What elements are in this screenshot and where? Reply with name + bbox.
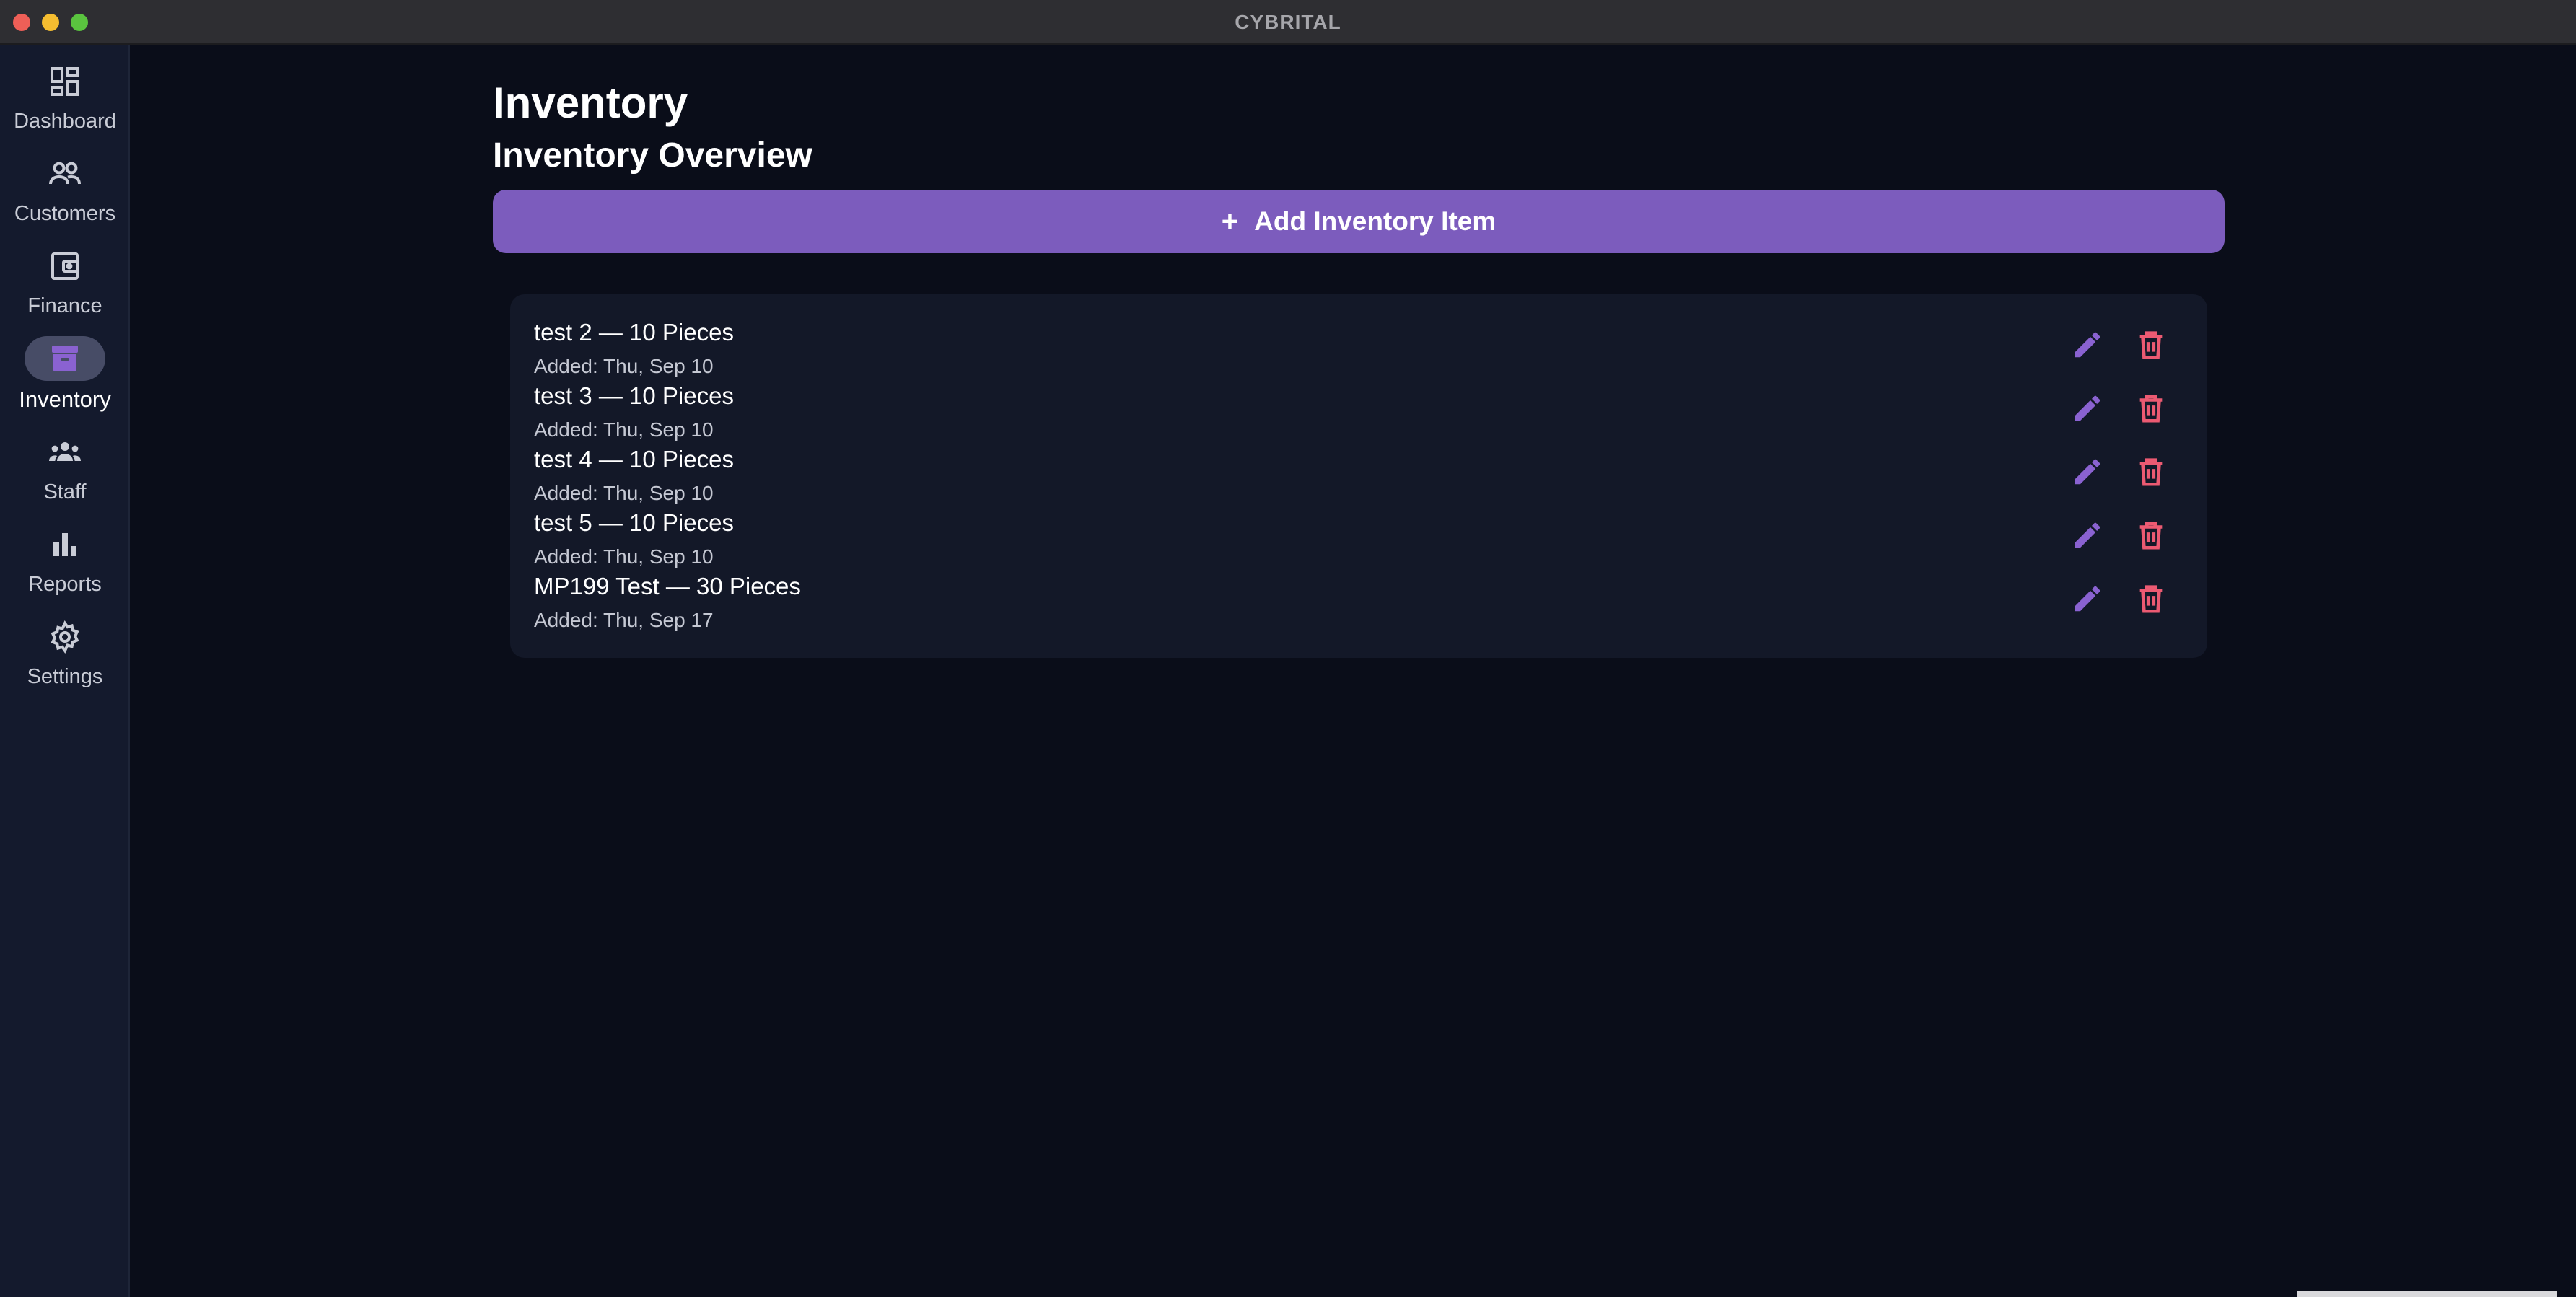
sidebar: Dashboard Customers Finance Inventory St… [0,45,130,1297]
item-title: MP199 Test — 30 Pieces [534,573,801,599]
edit-item-button[interactable] [2069,580,2106,617]
item-date: Added: Thu, Sep 17 [534,609,714,631]
item-date: Added: Thu, Sep 10 [534,355,714,377]
delete-item-button[interactable] [2132,516,2170,554]
trash-icon [2139,585,2163,613]
sidebar-item-label: Dashboard [14,110,116,133]
item-date: Added: Thu, Sep 10 [534,545,714,568]
plus-icon: + [1221,205,1239,237]
list-item: test 2 — 10 Pieces Added: Thu, Sep 10 [510,319,2207,382]
sidebar-item-finance[interactable]: Finance [0,244,130,330]
gear-icon [25,615,105,659]
sidebar-item-customers[interactable]: Customers [0,151,130,238]
add-inventory-item-label: Add Inventory Item [1254,206,1497,236]
item-title: test 4 — 10 Pieces [534,446,734,472]
wallet-icon [25,244,105,289]
staff-group-icon [25,430,105,475]
sidebar-item-label: Inventory [19,387,111,412]
archive-box-icon [25,336,105,381]
add-inventory-item-button[interactable]: + Add Inventory Item [493,190,2225,253]
sidebar-item-settings[interactable]: Settings [0,615,130,701]
pencil-icon [2075,586,2100,612]
delete-item-button[interactable] [2132,453,2170,491]
trash-icon [2139,522,2163,550]
window-titlebar: CYBRITAL [0,0,2576,45]
pencil-icon [2075,395,2100,421]
trash-icon [2139,331,2163,359]
sidebar-item-reports[interactable]: Reports [0,522,130,609]
trash-icon [2139,395,2163,423]
delete-item-button[interactable] [2132,326,2170,364]
list-item: test 5 — 10 Pieces Added: Thu, Sep 10 [510,509,2207,573]
dashboard-icon [25,59,105,104]
list-item: test 3 — 10 Pieces Added: Thu, Sep 10 [510,382,2207,446]
sidebar-item-label: Staff [43,480,87,504]
sidebar-item-label: Reports [28,573,102,596]
item-title: test 2 — 10 Pieces [534,319,734,346]
list-item: MP199 Test — 30 Pieces Added: Thu, Sep 1… [510,573,2207,636]
dock-edge [2297,1291,2557,1297]
window-title: CYBRITAL [1235,11,1341,33]
list-item: test 4 — 10 Pieces Added: Thu, Sep 10 [510,446,2207,509]
delete-item-button[interactable] [2132,390,2170,427]
pencil-icon [2075,522,2100,548]
item-title: test 5 — 10 Pieces [534,509,734,536]
edit-item-button[interactable] [2069,453,2106,491]
sidebar-item-staff[interactable]: Staff [0,430,130,516]
delete-item-button[interactable] [2132,580,2170,617]
trash-icon [2139,458,2163,486]
sidebar-item-label: Finance [27,294,102,317]
item-date: Added: Thu, Sep 10 [534,418,714,441]
sidebar-item-label: Settings [27,665,103,688]
inventory-list: test 2 — 10 Pieces Added: Thu, Sep 10 te… [510,294,2207,658]
customers-icon [25,151,105,196]
pencil-icon [2075,332,2100,358]
edit-item-button[interactable] [2069,326,2106,364]
section-title: Inventory Overview [493,136,812,175]
bar-chart-icon [25,522,105,567]
item-date: Added: Thu, Sep 10 [534,482,714,504]
edit-item-button[interactable] [2069,390,2106,427]
item-title: test 3 — 10 Pieces [534,382,734,409]
page-title: Inventory [493,79,688,127]
pencil-icon [2075,459,2100,485]
sidebar-item-dashboard[interactable]: Dashboard [0,59,130,146]
sidebar-item-label: Customers [14,202,116,225]
edit-item-button[interactable] [2069,516,2106,554]
sidebar-item-inventory[interactable]: Inventory [0,336,130,423]
